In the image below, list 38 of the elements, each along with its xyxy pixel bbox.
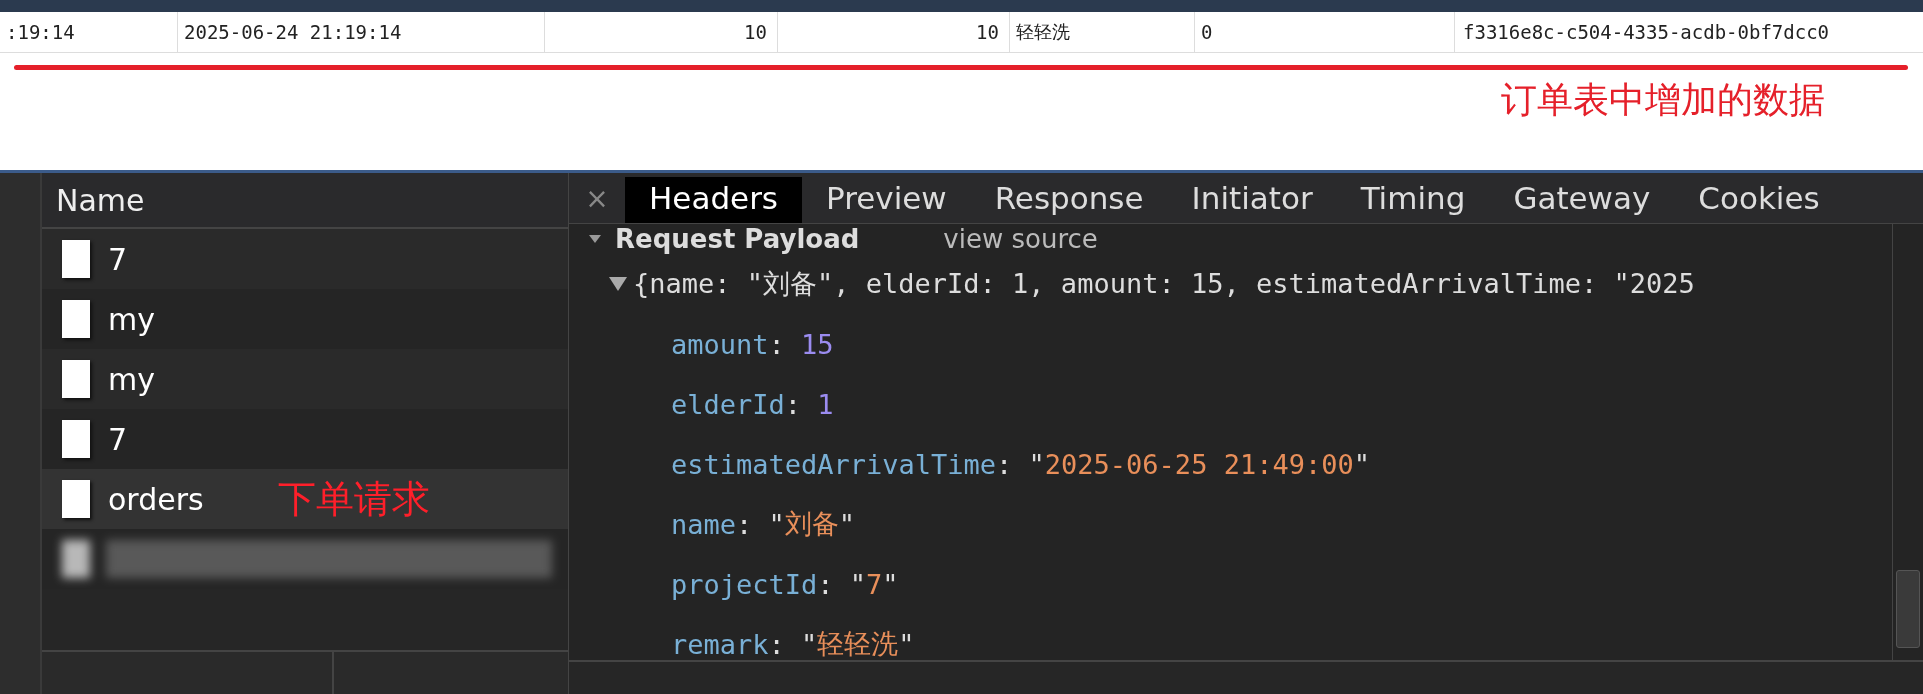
- tab[interactable]: Headers: [625, 177, 803, 223]
- file-icon: [62, 240, 90, 278]
- payload-field: projectId: "7": [569, 554, 899, 614]
- tab[interactable]: Timing: [1336, 177, 1490, 223]
- section-title: Request Payload: [615, 224, 860, 254]
- collapse-icon[interactable]: [609, 277, 627, 291]
- payload-field: remark: "轻轻洗": [569, 614, 915, 660]
- table-cell: 10: [545, 12, 778, 52]
- request-row[interactable]: 7: [42, 229, 568, 289]
- tab[interactable]: Preview: [802, 177, 971, 223]
- tab[interactable]: Initiator: [1167, 177, 1337, 223]
- annotation-text: 订单表中增加的数据: [1501, 78, 1825, 122]
- tab[interactable]: Cookies: [1674, 177, 1844, 223]
- table-cell: 10: [778, 12, 1010, 52]
- payload-field: name: "刘备": [569, 494, 855, 554]
- expand-icon[interactable]: [589, 235, 601, 243]
- close-icon[interactable]: ×: [569, 181, 625, 215]
- object-summary: {name: "刘备", elderId: 1, amount: 15, estimatedArrivalTime: "2025: [633, 267, 1695, 301]
- tab[interactable]: Gateway: [1489, 177, 1675, 223]
- column-header: Name: [56, 182, 145, 218]
- table-cell: 0: [1195, 12, 1455, 52]
- annotation-text: 下单请求: [277, 475, 430, 523]
- file-icon: [62, 300, 90, 338]
- payload-field: estimatedArrivalTime: "2025-06-25 21:49:00": [569, 434, 1370, 494]
- file-icon: [62, 420, 90, 458]
- payload-field: amount: 15: [569, 314, 834, 374]
- payload-field: elderId: 1: [569, 374, 834, 434]
- file-icon: [62, 480, 90, 518]
- request-row[interactable]: my: [42, 349, 568, 409]
- tab[interactable]: Response: [970, 177, 1168, 223]
- file-icon: [62, 360, 90, 398]
- table-cell: 轻轻洗: [1010, 12, 1195, 52]
- request-row[interactable]: orders 下单请求: [42, 469, 568, 529]
- table-cell-text: f3316e8c-c504-4335-acdb-0bf7dcc0: [1462, 20, 1831, 45]
- table-cell: :19:14: [0, 12, 178, 52]
- scrollbar-thumb[interactable]: [1896, 570, 1920, 648]
- table-cell: 2025-06-24 21:19:14: [178, 12, 545, 52]
- view-source-link[interactable]: view source: [943, 224, 1098, 254]
